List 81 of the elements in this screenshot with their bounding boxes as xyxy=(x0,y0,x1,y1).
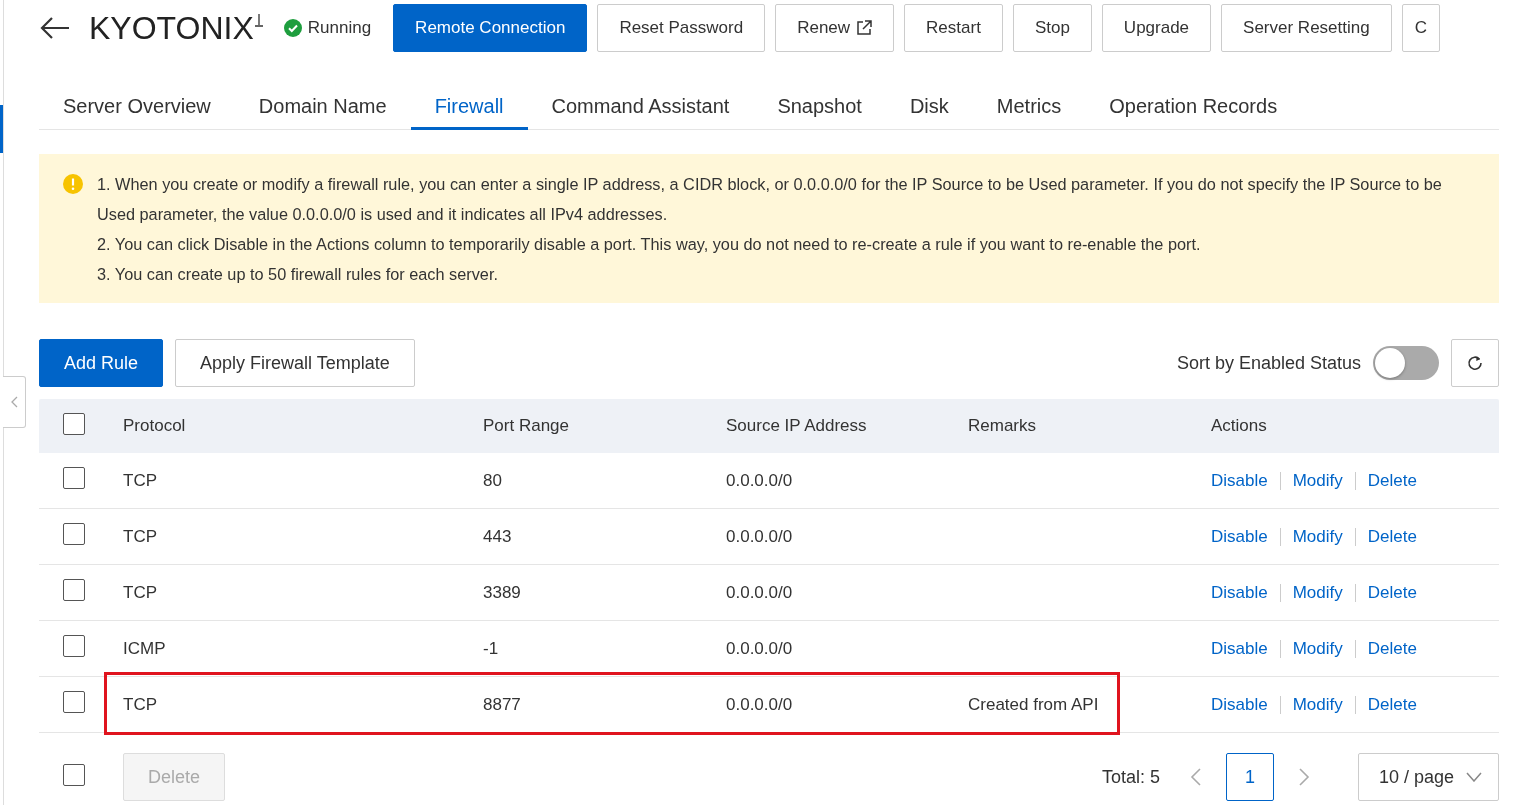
tab[interactable]: Metrics xyxy=(972,86,1086,130)
table-cell-text: 80 xyxy=(483,470,503,491)
table-cell-text: TCP xyxy=(123,694,158,715)
server-title: KYOTONIX xyxy=(89,9,254,47)
sort-label: Sort by Enabled Status xyxy=(1176,352,1361,374)
action-button[interactable]: C xyxy=(1401,4,1440,52)
action-link[interactable]: Delete xyxy=(1367,638,1417,659)
table-cell-text: Created from API xyxy=(968,694,1100,715)
checkbox[interactable] xyxy=(63,412,85,435)
table-cell-text: TCP xyxy=(123,526,158,547)
action-button[interactable]: Reset Password xyxy=(597,4,766,52)
table-cell-text: 0.0.0.0/0 xyxy=(726,638,794,659)
tab[interactable]: Disk xyxy=(885,86,973,130)
sort-toggle[interactable] xyxy=(1373,346,1439,380)
action-button[interactable]: Renew xyxy=(775,4,895,52)
tab[interactable]: Firewall xyxy=(410,86,528,130)
action-link[interactable]: Disable xyxy=(1211,582,1268,603)
warning-icon xyxy=(63,174,83,194)
checkbox[interactable] xyxy=(63,523,85,545)
page-button[interactable]: 1 xyxy=(1225,753,1274,801)
table-cell-text: 3389 xyxy=(483,582,522,603)
checkbox[interactable] xyxy=(63,467,85,489)
table-cell-text: 0.0.0.0/0 xyxy=(726,694,794,715)
action-link[interactable]: Disable xyxy=(1211,470,1268,491)
action-button[interactable]: Restart xyxy=(904,4,1003,52)
action-link[interactable]: Modify xyxy=(1292,582,1343,603)
table-cell-text: 0.0.0.0/0 xyxy=(726,582,794,603)
column-header: Remarks xyxy=(968,416,1037,436)
action-link[interactable]: Delete xyxy=(1367,582,1417,603)
tab[interactable]: Command Assistant xyxy=(527,86,754,130)
action-link[interactable]: Delete xyxy=(1367,694,1417,715)
action-button[interactable]: Upgrade xyxy=(1101,4,1212,52)
tab[interactable]: Server Overview xyxy=(39,86,235,130)
table-cell-text: 0.0.0.0/0 xyxy=(726,470,794,491)
back-arrow-icon[interactable] xyxy=(39,16,71,40)
refresh-icon xyxy=(1467,355,1483,371)
checkbox[interactable] xyxy=(63,691,85,713)
table-cell-text: TCP xyxy=(123,582,158,603)
action-link[interactable]: Modify xyxy=(1292,526,1343,547)
action-link[interactable]: Delete xyxy=(1367,470,1417,491)
action-button[interactable]: Remote Connection xyxy=(393,4,588,52)
edit-mark-icon[interactable] xyxy=(253,13,264,27)
add-rule-button[interactable]: Add Rule xyxy=(39,339,164,387)
table-cell-text: -1 xyxy=(483,638,500,659)
tab[interactable]: Operation Records xyxy=(1085,86,1302,130)
sidebar-marker xyxy=(0,105,3,153)
chevron-left-icon xyxy=(10,396,18,408)
column-header: Source IP Address xyxy=(726,416,868,436)
column-header: Protocol xyxy=(123,416,187,436)
table-cell-text: ICMP xyxy=(123,638,167,659)
total-count: Total: 5 xyxy=(1101,766,1160,788)
checkbox[interactable] xyxy=(63,635,85,657)
table-cell-text: 0.0.0.0/0 xyxy=(726,526,794,547)
column-header: Port Range xyxy=(483,416,570,436)
action-button[interactable]: Server Resetting xyxy=(1221,4,1392,52)
action-button[interactable]: Stop xyxy=(1012,4,1092,52)
notice-text: 3. You can create up to 50 firewall rules for each server. xyxy=(97,264,499,285)
checkbox[interactable] xyxy=(63,763,85,786)
action-link[interactable]: Delete xyxy=(1367,526,1417,547)
column-header: Actions xyxy=(1211,416,1268,436)
table-cell-text: 443 xyxy=(483,526,513,547)
status-text: Running xyxy=(307,18,372,38)
action-link[interactable]: Modify xyxy=(1292,694,1343,715)
tab[interactable]: Domain Name xyxy=(234,86,411,130)
refresh-button[interactable] xyxy=(1451,339,1499,387)
action-link[interactable]: Disable xyxy=(1211,526,1268,547)
action-link[interactable]: Modify xyxy=(1292,470,1343,491)
action-link[interactable]: Disable xyxy=(1211,694,1268,715)
action-link[interactable]: Disable xyxy=(1211,638,1268,659)
notice-text: 2. You can click Disable in the Actions column to temporarily disable a port. This way, you do not need to re-create a rule if you want to re-enable the port. xyxy=(97,234,1202,255)
table-cell-text: 8877 xyxy=(483,694,522,715)
action-link[interactable]: Modify xyxy=(1292,638,1343,659)
notice-text: 1. When you create or modify a firewall rule, you can enter a single IP address, a CIDR block, or 0.0.0.0/0 for the IP Source to be Used parameter. If you do not specify the IP Source to be Used parameter, the value 0.0.0.0/0 is used and it indicates all IPv4 addresses. xyxy=(97,174,1443,225)
table-cell-text: TCP xyxy=(123,470,158,491)
apply-template-button[interactable]: Apply Firewall Template xyxy=(175,339,415,387)
page-size-select[interactable]: 10 / page xyxy=(1357,753,1499,801)
tab[interactable]: Snapshot xyxy=(753,86,886,130)
checkbox[interactable] xyxy=(63,579,85,601)
chevron-down-icon xyxy=(1466,772,1482,782)
check-circle-icon xyxy=(283,19,302,37)
external-link-icon xyxy=(856,20,873,36)
